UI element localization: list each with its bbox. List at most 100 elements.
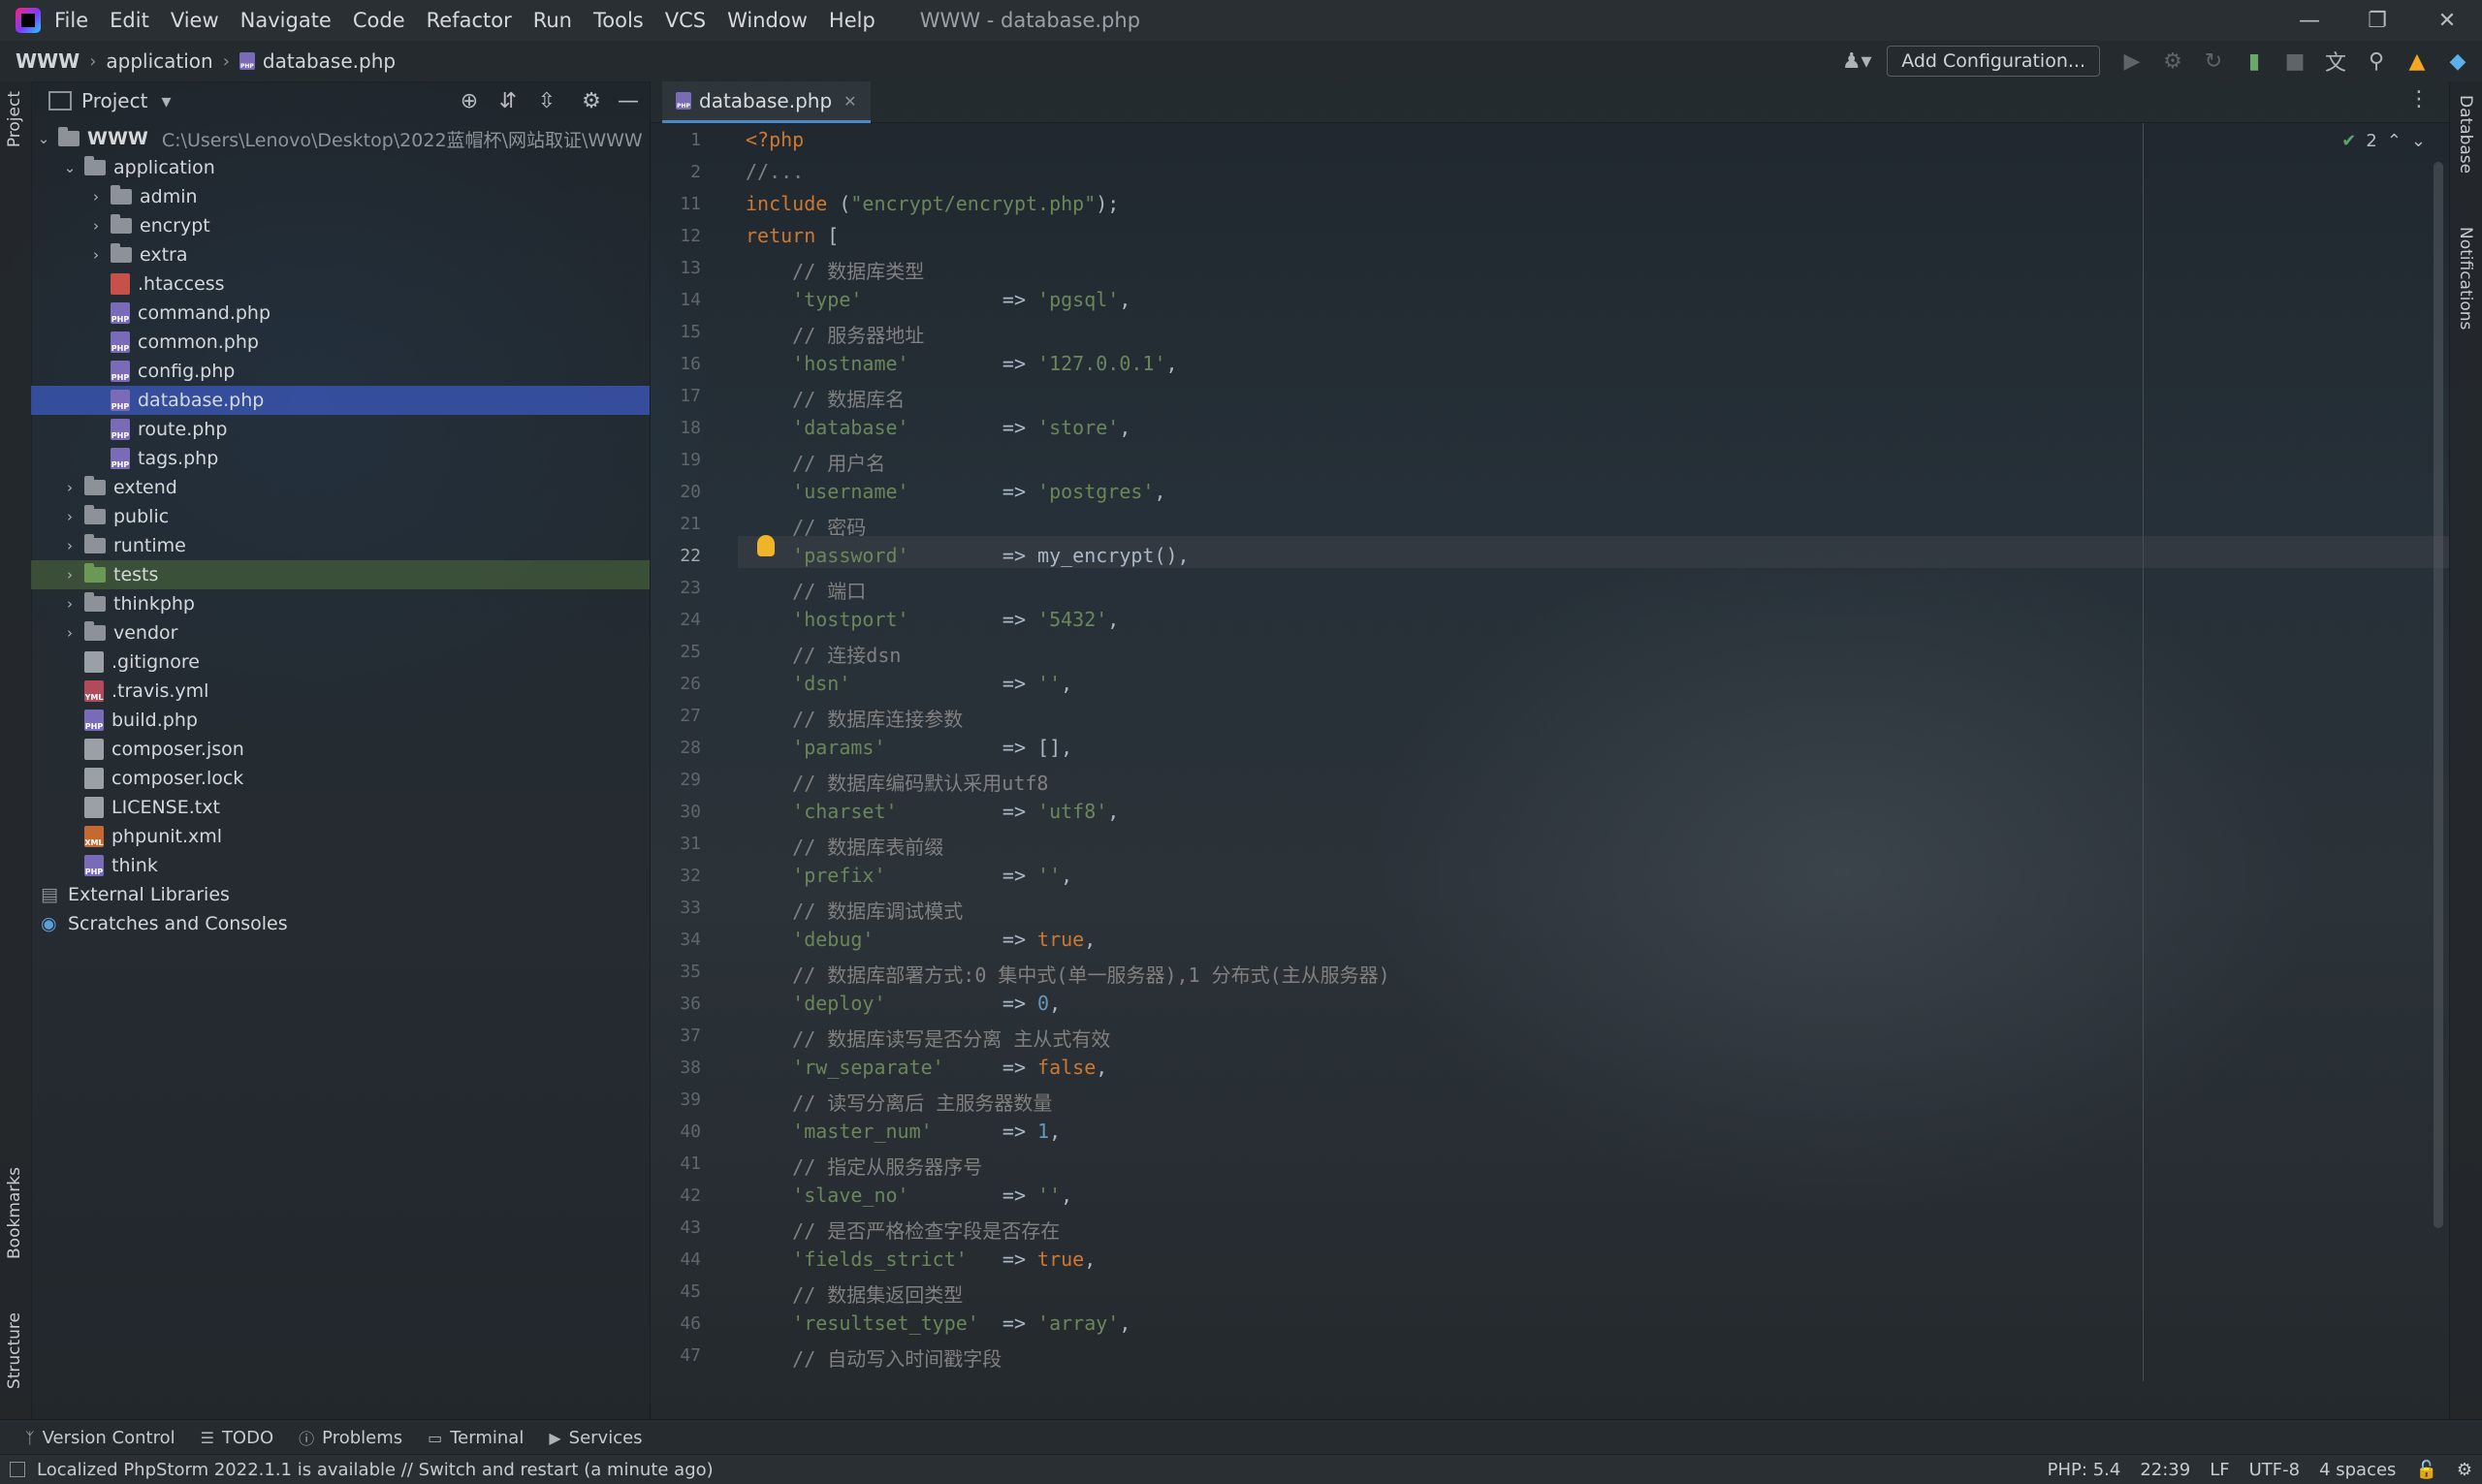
code-line[interactable]: 'resultset_type' => 'array', [746,1311,1130,1335]
tree-item[interactable]: PHP route.php [31,415,650,444]
tree-item[interactable]: PHP database.php [31,386,650,415]
services-button[interactable]: ▶ Services [549,1428,642,1448]
tree-item[interactable]: YML .travis.yml [31,677,650,706]
toggle-tool-windows-icon[interactable] [10,1462,25,1477]
tree-item[interactable]: PHP think [31,851,650,880]
code-line[interactable]: 'type' => 'pgsql', [746,288,1130,311]
code-line[interactable]: 'slave_no' => '', [746,1184,1072,1207]
tree-item[interactable]: PHP config.php [31,357,650,386]
caret-position[interactable]: 22:39 [2140,1460,2190,1480]
code-line[interactable]: 'debug' => true, [746,928,1096,951]
locate-file-icon[interactable]: ⊕ [454,85,485,116]
menu-view[interactable]: View [171,9,219,32]
add-configuration-button[interactable]: Add Configuration... [1887,46,2100,77]
code-line[interactable]: 'fields_strict' => true, [746,1247,1096,1271]
chevron-right-icon[interactable]: › [61,479,79,496]
debug-icon[interactable]: ⚙ [2156,45,2189,78]
breadcrumb-root[interactable]: WWW [16,49,80,73]
menu-help[interactable]: Help [829,9,875,32]
menu-navigate[interactable]: Navigate [240,9,332,32]
code-line[interactable]: // 用户名 [746,448,885,476]
chevron-up-icon[interactable]: ⌃ [2387,131,2402,151]
profiler-icon[interactable]: ▮ [2238,45,2271,78]
tree-item-external-libraries[interactable]: ▤ External Libraries [31,880,650,909]
code-line[interactable]: // 指定从服务器序号 [746,1152,982,1180]
inspection-widget[interactable]: ✔ 2 ⌃ ⌄ [2341,131,2426,151]
file-encoding[interactable]: UTF-8 [2249,1460,2300,1480]
chevron-down-icon[interactable]: ⌄ [2411,131,2426,151]
code-line[interactable]: 'deploy' => 0, [746,992,1061,1015]
close-tab-icon[interactable]: ✕ [843,92,856,111]
tab-database-php[interactable]: PHP database.php ✕ [662,81,871,123]
line-separator[interactable]: LF [2210,1460,2229,1480]
translate-icon[interactable]: 文 [2319,45,2352,78]
code-line[interactable]: 'params' => [], [746,736,1072,759]
code-line[interactable]: 'hostport' => '5432', [746,608,1119,631]
tree-item-scratches[interactable]: ◉ Scratches and Consoles [31,909,650,938]
tree-item[interactable]: XML phpunit.xml [31,822,650,851]
git-ignore-icon[interactable]: ⚙ [2457,1460,2472,1480]
terminal-button[interactable]: ▭ Terminal [428,1428,524,1448]
chevron-down-icon[interactable]: ▾ [161,89,171,112]
code-line[interactable]: // 数据库表前缀 [746,832,943,860]
code-line[interactable]: // 数据库连接参数 [746,704,963,732]
bookmarks-tool-tab[interactable]: Bookmarks [5,1167,24,1259]
code-line[interactable]: // 读写分离后 主服务器数量 [746,1088,1052,1116]
close-icon[interactable]: ✕ [2418,0,2476,41]
tree-item[interactable]: › encrypt [31,211,650,240]
update-icon[interactable]: ▲ [2401,45,2434,78]
lightbulb-icon[interactable] [757,535,775,556]
more-tabs-icon[interactable]: ⋮ [2408,87,2430,111]
menu-code[interactable]: Code [353,9,405,32]
chevron-right-icon[interactable]: › [87,217,105,235]
restore-icon[interactable]: ❐ [2348,0,2406,41]
chevron-down-icon[interactable]: ⌄ [35,130,52,147]
chevron-right-icon[interactable]: › [61,624,79,642]
code-line[interactable]: 'password' => my_encrypt(), [746,544,1189,567]
notifications-tool-tab[interactable]: Notifications [2456,227,2475,330]
chevron-right-icon[interactable]: › [87,246,105,264]
menu-vcs[interactable]: VCS [665,9,706,32]
code-line[interactable]: // 连接dsn [746,640,901,668]
chevron-down-icon[interactable]: ⌄ [61,159,79,176]
menu-refactor[interactable]: Refactor [427,9,512,32]
chevron-right-icon[interactable]: › [61,566,79,584]
code-line[interactable]: // 数据库名 [746,384,905,412]
tree-item[interactable]: PHP common.php [31,328,650,357]
tree-item[interactable]: ⌄ application [31,153,650,182]
hide-panel-icon[interactable]: — [613,85,644,116]
code-line[interactable]: // 数据库调试模式 [746,896,963,924]
code-line[interactable]: include ("encrypt/encrypt.php"); [746,192,1119,215]
code-line[interactable]: 'hostname' => '127.0.0.1', [746,352,1177,375]
chevron-right-icon[interactable]: › [61,508,79,525]
chevron-right-icon[interactable]: › [61,537,79,554]
tree-item[interactable]: LICENSE.txt [31,793,650,822]
code-line[interactable]: 'database' => 'store', [746,416,1130,439]
code-line[interactable]: // 端口 [746,576,866,604]
tree-item[interactable]: .htaccess [31,269,650,299]
code-line[interactable]: // 服务器地址 [746,320,924,348]
database-tool-tab[interactable]: Database [2456,95,2475,174]
code-line[interactable]: // 自动写入时间戳字段 [746,1343,1002,1372]
code-line[interactable]: // 数据集返回类型 [746,1279,963,1308]
php-level[interactable]: PHP: 5.4 [2048,1460,2121,1480]
todo-button[interactable]: ☰ TODO [201,1428,274,1448]
code-editor[interactable]: 1 2 11 12 13 14 15 16 17 18 19 20 21 22 23 24 25 26 27 28 29… [651,123,2449,1381]
coverage-icon[interactable]: ↻ [2197,45,2230,78]
code-line[interactable]: return [ [746,224,839,247]
chevron-right-icon[interactable]: › [87,188,105,205]
tree-item[interactable]: PHP command.php [31,299,650,328]
menu-run[interactable]: Run [533,9,572,32]
code-line[interactable]: 'charset' => 'utf8', [746,800,1119,823]
tree-item[interactable]: › public [31,502,650,531]
code-line[interactable]: // 数据库编码默认采用utf8 [746,768,1048,796]
tree-item[interactable]: › runtime [31,531,650,560]
project-tool-tab[interactable]: Project [5,91,24,147]
gear-icon[interactable]: ⚙ [576,85,607,116]
editor-scrollbar[interactable] [2434,162,2443,1228]
chevron-right-icon[interactable]: › [61,595,79,613]
stop-icon[interactable]: ■ [2278,45,2311,78]
tree-item[interactable]: composer.json [31,735,650,764]
version-control-button[interactable]: ᛉ Version Control [25,1428,175,1448]
code-line[interactable]: 'prefix' => '', [746,864,1072,887]
